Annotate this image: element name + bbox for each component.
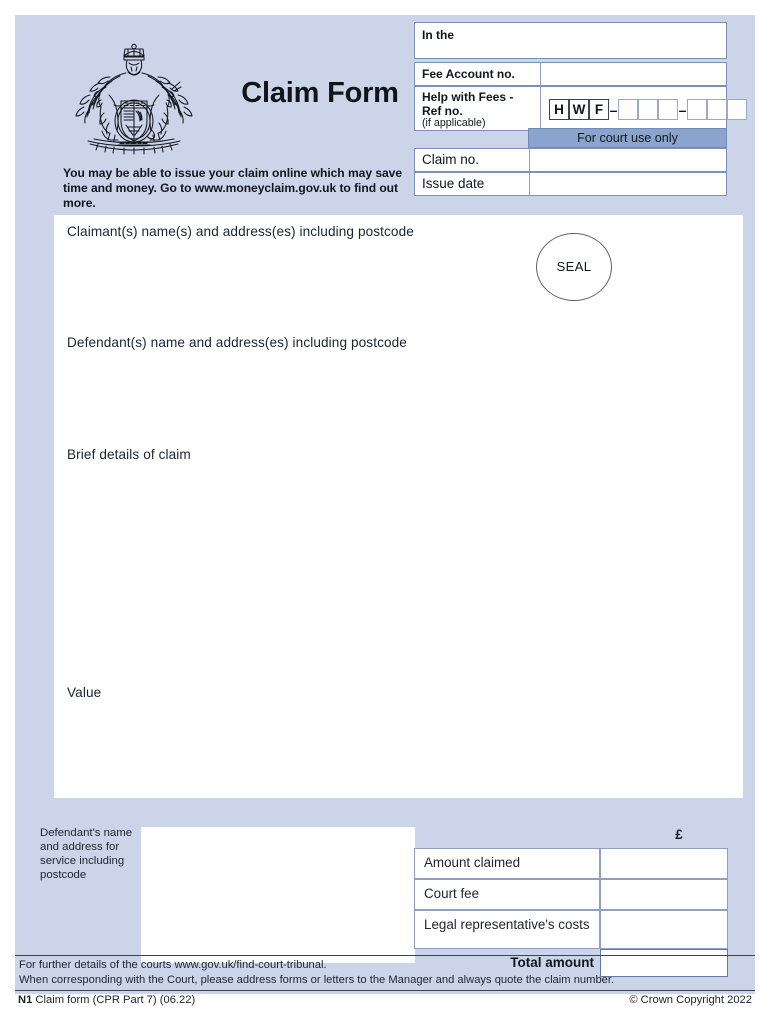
amount-claimed-input[interactable] [600,848,728,879]
form-code: N1 [18,994,33,1006]
hwf-digit-4[interactable] [687,99,707,120]
footer-note-line-2: When corresponding with the Court, pleas… [19,974,615,986]
value-label: Value [67,685,102,700]
fee-account-label: Fee Account no. [422,67,515,81]
help-with-fees-row: Help with Fees - Ref no. (if applicable)… [414,86,747,131]
hwf-dash-2: – [678,101,687,118]
legal-representative-costs-input[interactable] [600,910,728,949]
claim-details-panel: Claimant(s) name(s) and address(es) incl… [54,215,743,798]
hwf-digit-2[interactable] [638,99,658,120]
in-the-label: In the [422,28,454,42]
amount-claimed-label: Amount claimed [414,848,600,879]
hwf-prefix-h: H [549,99,569,120]
hwf-digit-3[interactable] [658,99,678,120]
form-sheet: Claim Form You may be able to issue your… [15,15,755,994]
for-court-use-only-header: For court use only [528,128,727,148]
hwf-prefix-f: F [589,99,609,120]
footer-rule-bottom [15,990,755,992]
form-identifier: N1 Claim form (CPR Part 7) (06.22) [18,994,195,1006]
page-title: Claim Form [241,77,399,109]
form-description: Claim form (CPR Part 7) (06.22) [35,994,196,1006]
help-with-fees-note: (if applicable) [422,117,486,129]
online-claim-note: You may be able to issue your claim onli… [63,166,403,211]
claimant-input[interactable] [67,245,522,333]
defendant-service-address-label: Defendant's name and address for service… [40,827,133,882]
claim-form-page: Claim Form You may be able to issue your… [0,0,770,1024]
brief-details-label: Brief details of claim [67,447,191,462]
total-amount-input[interactable] [600,949,728,977]
hwf-dash-1: – [609,101,618,118]
defendant-service-address-input[interactable] [141,827,415,963]
copyright-notice: © Crown Copyright 2022 [629,994,752,1006]
legal-representative-costs-label: Legal representative's costs [414,910,600,949]
value-input[interactable] [67,707,707,787]
hwf-digit-1[interactable] [618,99,638,120]
court-fee-label: Court fee [414,879,600,910]
issue-date-divider [529,173,530,195]
claim-no-divider [529,149,530,171]
seal-stamp: SEAL [536,233,612,301]
claim-no-row: Claim no. [414,148,727,172]
issue-date-label: Issue date [422,176,485,191]
hwf-reference-input-group[interactable]: H W F – – [549,99,747,120]
currency-symbol-header: £ [675,827,683,842]
hwf-line1: Help with Fees - [422,90,514,104]
court-fee-input[interactable] [600,879,728,910]
hwf-prefix-w: W [569,99,589,120]
hwf-digit-6[interactable] [727,99,747,120]
fee-account-row: Fee Account no. [414,62,727,86]
claim-no-label: Claim no. [422,152,480,167]
royal-coat-of-arms-icon [54,43,214,155]
hwf-digit-5[interactable] [707,99,727,120]
defendant-label: Defendant(s) name and address(es) includ… [67,335,407,350]
brief-details-input[interactable] [67,469,707,677]
fee-account-divider [540,63,541,85]
in-the-field[interactable]: In the [414,22,727,59]
footer-note-line-1: For further details of the courts www.go… [19,959,327,971]
help-with-fees-label: Help with Fees - Ref no. [422,90,537,118]
issue-date-row: Issue date [414,172,727,196]
defendant-input[interactable] [67,357,707,445]
hwf-line2: Ref no. [422,103,463,118]
hwf-divider [540,87,541,130]
claimant-label: Claimant(s) name(s) and address(es) incl… [67,224,414,239]
footer-rule-top [15,955,755,957]
